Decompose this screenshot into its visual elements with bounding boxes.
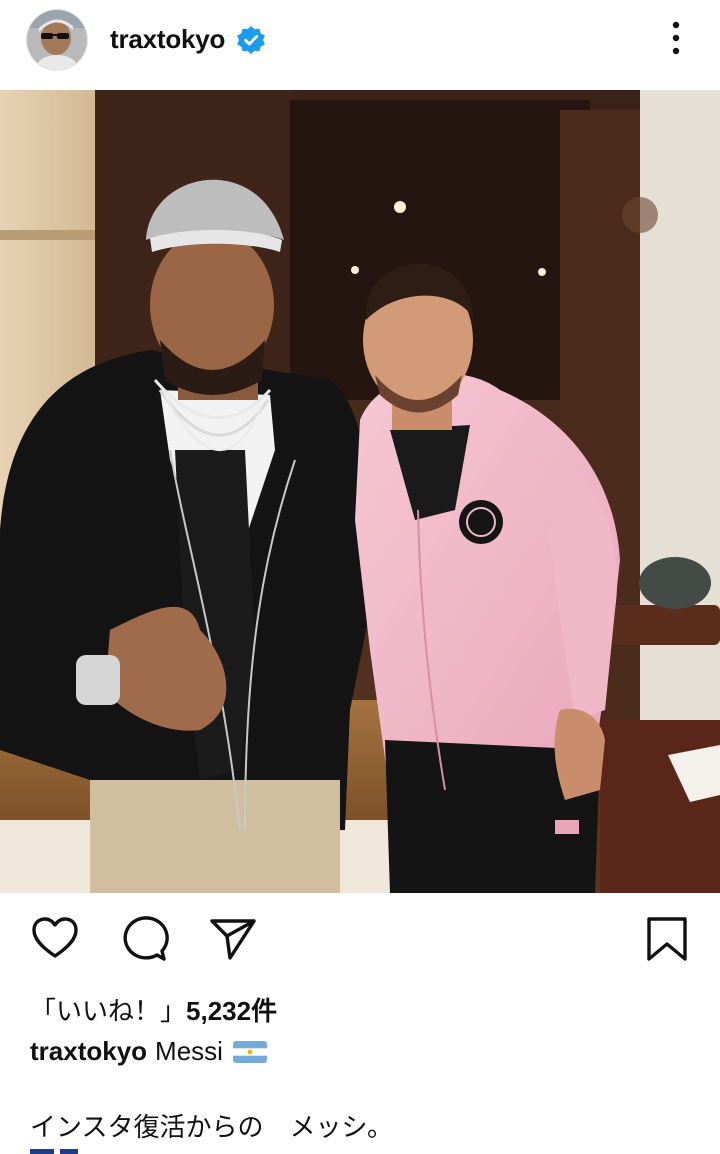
post-header: traxtokyo — [0, 0, 720, 90]
caption-username[interactable]: traxtokyo — [30, 1036, 147, 1067]
caption-cutoff-text — [30, 1149, 78, 1154]
photo-image — [0, 90, 720, 893]
caption-header: traxtokyo Messi — [30, 1036, 267, 1067]
heart-icon[interactable] — [30, 914, 80, 964]
post-username[interactable]: traxtokyo — [110, 24, 225, 55]
more-options-icon[interactable] — [660, 18, 692, 58]
comment-icon[interactable] — [119, 914, 169, 964]
likes-number: 5,232件 — [186, 996, 278, 1026]
avatar[interactable] — [27, 10, 87, 70]
post-photo[interactable] — [0, 90, 720, 893]
bookmark-icon[interactable] — [642, 914, 692, 964]
likes-prefix: 「いいね！」 — [30, 996, 187, 1026]
verified-icon — [237, 26, 265, 54]
send-icon[interactable] — [208, 914, 258, 964]
argentina-flag-icon — [232, 1040, 267, 1063]
avatar-image — [27, 10, 87, 70]
caption-body: インスタ復活からの メッシ。 — [30, 1112, 393, 1142]
caption-first-line: Messi — [155, 1036, 223, 1066]
likes-count[interactable]: 「いいね！」5,232件 — [30, 991, 277, 1028]
